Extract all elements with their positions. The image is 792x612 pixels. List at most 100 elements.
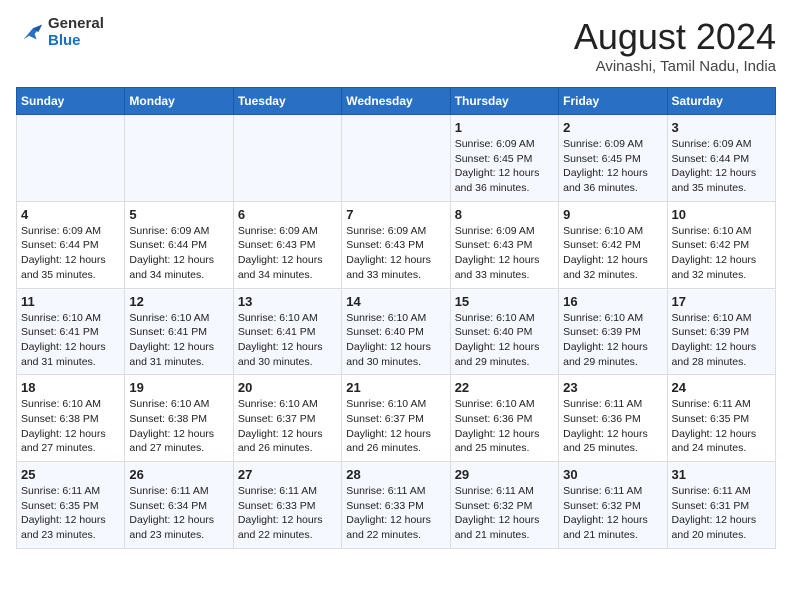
- day-info: Sunrise: 6:10 AM Sunset: 6:38 PM Dayligh…: [21, 397, 120, 456]
- weekday-header-monday: Monday: [125, 88, 233, 115]
- day-info: Sunrise: 6:11 AM Sunset: 6:32 PM Dayligh…: [563, 484, 662, 543]
- day-info: Sunrise: 6:11 AM Sunset: 6:34 PM Dayligh…: [129, 484, 228, 543]
- calendar-cell: 10 Sunrise: 6:10 AM Sunset: 6:42 PM Dayli…: [667, 201, 775, 288]
- weekday-header-row: SundayMondayTuesdayWednesdayThursdayFrid…: [17, 88, 776, 115]
- day-number: 19: [129, 380, 228, 395]
- day-info: Sunrise: 6:10 AM Sunset: 6:37 PM Dayligh…: [238, 397, 337, 456]
- calendar-cell: 14Sunrise: 6:10 AM Sunset: 6:40 PM Dayli…: [342, 288, 450, 375]
- week-row-4: 18 Sunrise: 6:10 AM Sunset: 6:38 PM Dayli…: [17, 375, 776, 462]
- day-info: Sunrise: 6:10 AM Sunset: 6:41 PM Dayligh…: [129, 311, 228, 370]
- day-info: Sunrise: 6:10 AM Sunset: 6:42 PM Dayligh…: [672, 224, 771, 283]
- day-number: 10: [672, 207, 771, 222]
- day-number: 3: [672, 120, 771, 135]
- day-info: Sunrise: 6:09 AM Sunset: 6:44 PM Dayligh…: [129, 224, 228, 283]
- day-info: Sunrise: 6:10 AM Sunset: 6:42 PM Dayligh…: [563, 224, 662, 283]
- day-info: Sunrise: 6:10 AM Sunset: 6:39 PM Dayligh…: [672, 311, 771, 370]
- day-number: 22: [455, 380, 554, 395]
- week-row-5: 25 Sunrise: 6:11 AM Sunset: 6:35 PM Dayli…: [17, 462, 776, 549]
- day-info: Sunrise: 6:11 AM Sunset: 6:33 PM Dayligh…: [346, 484, 445, 543]
- page-header: General Blue August 2024 Avinashi, Tamil…: [16, 16, 776, 75]
- calendar-cell: 20 Sunrise: 6:10 AM Sunset: 6:37 PM Dayli…: [233, 375, 341, 462]
- logo: General Blue: [16, 16, 104, 49]
- day-info: Sunrise: 6:10 AM Sunset: 6:40 PM Dayligh…: [346, 311, 445, 370]
- day-info: Sunrise: 6:10 AM Sunset: 6:40 PM Dayligh…: [455, 311, 554, 370]
- day-number: 21: [346, 380, 445, 395]
- week-row-1: 1 Sunrise: 6:09 AM Sunset: 6:45 PM Daylig…: [17, 115, 776, 202]
- day-number: 27: [238, 467, 337, 482]
- day-info: Sunrise: 6:11 AM Sunset: 6:33 PM Dayligh…: [238, 484, 337, 543]
- calendar-cell: [233, 115, 341, 202]
- calendar-cell: 23 Sunrise: 6:11 AM Sunset: 6:36 PM Dayli…: [559, 375, 667, 462]
- calendar-cell: 22 Sunrise: 6:10 AM Sunset: 6:36 PM Dayli…: [450, 375, 558, 462]
- calendar-cell: 16 Sunrise: 6:10 AM Sunset: 6:39 PM Dayli…: [559, 288, 667, 375]
- day-number: 20: [238, 380, 337, 395]
- calendar-cell: 1 Sunrise: 6:09 AM Sunset: 6:45 PM Daylig…: [450, 115, 558, 202]
- calendar-cell: 13Sunrise: 6:10 AM Sunset: 6:41 PM Dayli…: [233, 288, 341, 375]
- day-number: 6: [238, 207, 337, 222]
- day-info: Sunrise: 6:11 AM Sunset: 6:35 PM Dayligh…: [672, 397, 771, 456]
- day-info: Sunrise: 6:09 AM Sunset: 6:44 PM Dayligh…: [21, 224, 120, 283]
- day-number: 26: [129, 467, 228, 482]
- day-info: Sunrise: 6:09 AM Sunset: 6:43 PM Dayligh…: [455, 224, 554, 283]
- day-info: Sunrise: 6:10 AM Sunset: 6:41 PM Dayligh…: [21, 311, 120, 370]
- day-number: 23: [563, 380, 662, 395]
- calendar-cell: 11 Sunrise: 6:10 AM Sunset: 6:41 PM Dayli…: [17, 288, 125, 375]
- day-number: 9: [563, 207, 662, 222]
- day-info: Sunrise: 6:10 AM Sunset: 6:39 PM Dayligh…: [563, 311, 662, 370]
- weekday-header-tuesday: Tuesday: [233, 88, 341, 115]
- weekday-header-thursday: Thursday: [450, 88, 558, 115]
- location: Avinashi, Tamil Nadu, India: [574, 58, 776, 75]
- month-title: August 2024: [574, 16, 776, 58]
- day-info: Sunrise: 6:09 AM Sunset: 6:43 PM Dayligh…: [346, 224, 445, 283]
- calendar-cell: 8Sunrise: 6:09 AM Sunset: 6:43 PM Daylig…: [450, 201, 558, 288]
- calendar-cell: 26 Sunrise: 6:11 AM Sunset: 6:34 PM Dayli…: [125, 462, 233, 549]
- weekday-header-friday: Friday: [559, 88, 667, 115]
- title-block: August 2024 Avinashi, Tamil Nadu, India: [574, 16, 776, 75]
- calendar-cell: 29Sunrise: 6:11 AM Sunset: 6:32 PM Dayli…: [450, 462, 558, 549]
- day-number: 2: [563, 120, 662, 135]
- logo-bird-icon: [16, 19, 44, 47]
- calendar-cell: 17 Sunrise: 6:10 AM Sunset: 6:39 PM Dayli…: [667, 288, 775, 375]
- day-number: 5: [129, 207, 228, 222]
- calendar-cell: 12 Sunrise: 6:10 AM Sunset: 6:41 PM Dayli…: [125, 288, 233, 375]
- day-number: 13: [238, 294, 337, 309]
- day-number: 7: [346, 207, 445, 222]
- day-info: Sunrise: 6:11 AM Sunset: 6:35 PM Dayligh…: [21, 484, 120, 543]
- day-number: 1: [455, 120, 554, 135]
- day-info: Sunrise: 6:10 AM Sunset: 6:36 PM Dayligh…: [455, 397, 554, 456]
- week-row-2: 4Sunrise: 6:09 AM Sunset: 6:44 PM Daylig…: [17, 201, 776, 288]
- calendar-cell: [342, 115, 450, 202]
- day-info: Sunrise: 6:11 AM Sunset: 6:31 PM Dayligh…: [672, 484, 771, 543]
- day-number: 16: [563, 294, 662, 309]
- day-number: 28: [346, 467, 445, 482]
- day-number: 12: [129, 294, 228, 309]
- calendar-cell: 9 Sunrise: 6:10 AM Sunset: 6:42 PM Daylig…: [559, 201, 667, 288]
- weekday-header-sunday: Sunday: [17, 88, 125, 115]
- calendar-cell: 28 Sunrise: 6:11 AM Sunset: 6:33 PM Dayli…: [342, 462, 450, 549]
- day-number: 18: [21, 380, 120, 395]
- calendar-table: SundayMondayTuesdayWednesdayThursdayFrid…: [16, 87, 776, 549]
- calendar-cell: 7 Sunrise: 6:09 AM Sunset: 6:43 PM Daylig…: [342, 201, 450, 288]
- day-number: 31: [672, 467, 771, 482]
- calendar-cell: 27 Sunrise: 6:11 AM Sunset: 6:33 PM Dayli…: [233, 462, 341, 549]
- calendar-cell: [17, 115, 125, 202]
- calendar-cell: 25 Sunrise: 6:11 AM Sunset: 6:35 PM Dayli…: [17, 462, 125, 549]
- calendar-cell: 31 Sunrise: 6:11 AM Sunset: 6:31 PM Dayli…: [667, 462, 775, 549]
- calendar-cell: 4Sunrise: 6:09 AM Sunset: 6:44 PM Daylig…: [17, 201, 125, 288]
- calendar-cell: 2Sunrise: 6:09 AM Sunset: 6:45 PM Daylig…: [559, 115, 667, 202]
- day-info: Sunrise: 6:10 AM Sunset: 6:38 PM Dayligh…: [129, 397, 228, 456]
- calendar-cell: 30Sunrise: 6:11 AM Sunset: 6:32 PM Dayli…: [559, 462, 667, 549]
- day-info: Sunrise: 6:09 AM Sunset: 6:43 PM Dayligh…: [238, 224, 337, 283]
- day-info: Sunrise: 6:09 AM Sunset: 6:44 PM Dayligh…: [672, 137, 771, 196]
- calendar-cell: 15Sunrise: 6:10 AM Sunset: 6:40 PM Dayli…: [450, 288, 558, 375]
- day-number: 11: [21, 294, 120, 309]
- day-info: Sunrise: 6:11 AM Sunset: 6:32 PM Dayligh…: [455, 484, 554, 543]
- day-number: 17: [672, 294, 771, 309]
- calendar-cell: 5 Sunrise: 6:09 AM Sunset: 6:44 PM Daylig…: [125, 201, 233, 288]
- day-info: Sunrise: 6:09 AM Sunset: 6:45 PM Dayligh…: [455, 137, 554, 196]
- calendar-cell: [125, 115, 233, 202]
- day-number: 25: [21, 467, 120, 482]
- day-number: 24: [672, 380, 771, 395]
- day-info: Sunrise: 6:11 AM Sunset: 6:36 PM Dayligh…: [563, 397, 662, 456]
- calendar-cell: 21Sunrise: 6:10 AM Sunset: 6:37 PM Dayli…: [342, 375, 450, 462]
